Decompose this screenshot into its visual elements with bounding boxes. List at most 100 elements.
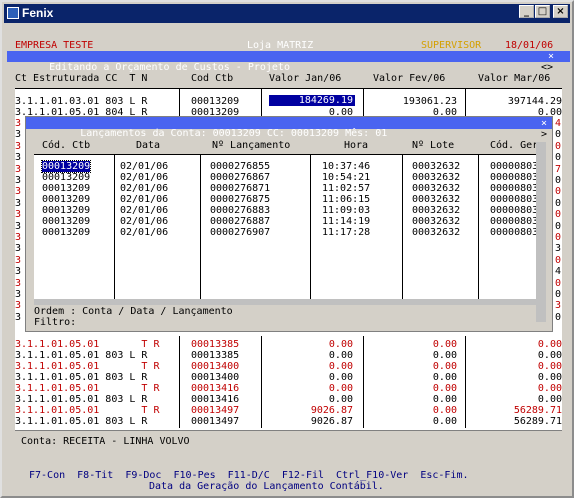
- entry-data: 02/01/06: [120, 205, 169, 216]
- stub-cell: 3: [15, 152, 22, 164]
- entry-cod: 00013209: [42, 227, 91, 238]
- stub-cell: 0: [555, 289, 562, 300]
- stub-cell: 4: [555, 118, 562, 129]
- header-date: 18/01/06: [505, 40, 554, 51]
- stub-cell: 3: [555, 243, 562, 255]
- entry-hora: 11:06:15: [322, 194, 371, 205]
- row-ct: 3.1.1.01.03.01 803 L R: [15, 96, 148, 107]
- entry-lanc: 0000276883: [210, 205, 271, 216]
- col-header-jan: Valor Jan/06: [269, 73, 342, 84]
- row-cod: 00013497: [191, 405, 240, 416]
- stub-cell: 3: [555, 300, 562, 312]
- dialog-col-hora: Hora: [344, 140, 369, 151]
- row-mar: 0.00: [537, 350, 562, 361]
- close-window-button[interactable]: ×: [553, 5, 568, 18]
- stub-cell: 3: [15, 266, 22, 278]
- entry-cod: 00013209: [42, 183, 91, 194]
- row-fev: 0.00: [432, 339, 457, 350]
- stub-cell: 0: [555, 311, 562, 323]
- dialog-col-lote: Nº Lote: [412, 140, 455, 151]
- row-mar: 56289.71: [513, 405, 562, 416]
- entry-data: 02/01/06: [120, 172, 169, 183]
- row-mar: 397144.29: [507, 96, 562, 107]
- dialog-col-lanc: Nº Lançamento: [212, 140, 291, 151]
- screen-title: Editando a Orçamento de Custos - Projeto: [43, 62, 290, 73]
- filter-label[interactable]: Filtro:: [34, 317, 76, 328]
- entry-hora: 11:09:03: [322, 205, 371, 216]
- col-header-fev: Valor Fev/06: [373, 73, 446, 84]
- row-cod: 00013416: [191, 383, 240, 394]
- account-line: Conta: RECEITA - LINHA VOLVO: [21, 436, 190, 447]
- entry-ger: 00000803: [490, 183, 536, 194]
- row-mar: 0.00: [537, 394, 562, 405]
- row-jan: 0.00: [328, 372, 353, 383]
- row-fev: 193061.23: [402, 96, 457, 107]
- maximize-button[interactable]: □: [535, 5, 550, 18]
- row-cod: 00013416: [191, 394, 240, 405]
- row-cod: 00013400: [191, 361, 240, 372]
- scroll-arrows-icon[interactable]: <>: [541, 62, 553, 73]
- entry-hora: 10:37:46: [322, 161, 371, 172]
- stub-cell: 3: [15, 197, 22, 209]
- stub-cell: 0: [555, 220, 562, 232]
- user-role: SUPERVISOR: [421, 40, 482, 51]
- store-name: Loja MATRIZ: [247, 40, 314, 51]
- row-cod: 00013209: [191, 96, 240, 107]
- row-ct: 3.1.1.01.05.01 803 L R: [15, 394, 148, 405]
- entry-cod: 00013209: [42, 216, 91, 227]
- jan-value-input[interactable]: 184269.19: [269, 95, 355, 106]
- app-icon: [7, 7, 19, 19]
- col-header-ct: Ct Estruturada CC T N: [15, 73, 148, 84]
- dialog-scroll-icon[interactable]: >: [541, 129, 547, 140]
- stub-cell: 0: [555, 152, 562, 164]
- stub-cell: 4: [555, 266, 562, 278]
- row-fev: 0.00: [432, 405, 457, 416]
- stub-cell: 0: [555, 129, 562, 141]
- entry-hora: 11:14:19: [322, 216, 371, 227]
- row-ct: 3.1.1.01.05.01 T R: [15, 383, 160, 394]
- close-icon[interactable]: ×: [548, 51, 554, 62]
- stub-cell: 0: [555, 209, 562, 221]
- entry-lanc: 0000276855: [210, 161, 271, 172]
- stub-cell: 3: [15, 311, 22, 323]
- entry-hora: 11:02:57: [322, 183, 371, 194]
- screen-title-bar: Editando a Orçamento de Custos - Projeto: [7, 51, 570, 73]
- row-jan: 0.00: [328, 394, 353, 405]
- entry-hora: 11:17:28: [322, 227, 371, 238]
- row-jan: 0.00: [328, 350, 353, 361]
- row-cod: 00013385: [191, 339, 240, 350]
- row-fev: 0.00: [432, 394, 457, 405]
- function-keys[interactable]: F7-Con F8-Tit F9-Doc F10-Pes F11-D/C F12…: [29, 470, 469, 481]
- horizontal-scrollbar[interactable]: [34, 299, 536, 305]
- entry-cod: 00013209: [42, 205, 91, 216]
- row-ct: 3.1.1.01.05.01 803 L R: [15, 416, 148, 427]
- row-fev: 0.00: [432, 350, 457, 361]
- company-name: EMPRESA TESTE: [15, 40, 94, 51]
- window-title-bar[interactable]: Fenix: [4, 4, 570, 23]
- row-cod: 00013400: [191, 372, 240, 383]
- row-mar: 0.00: [537, 361, 562, 372]
- entry-ger: 00000803: [490, 205, 536, 216]
- stub-cell: 3: [15, 243, 22, 255]
- entry-data: 02/01/06: [120, 194, 169, 205]
- vertical-scrollbar[interactable]: [536, 142, 546, 322]
- row-fev: 0.00: [432, 361, 457, 372]
- row-fev: 0.00: [432, 372, 457, 383]
- row-mar: 0.00: [537, 339, 562, 350]
- entry-data: 02/01/06: [120, 227, 169, 238]
- dialog-close-icon[interactable]: ×: [541, 118, 547, 129]
- stub-cell: 3: [15, 220, 22, 232]
- stub-cell: 3: [15, 118, 22, 129]
- app-window: Fenix _ □ × EMPRESA TESTE Loja MATRIZ SU…: [0, 0, 574, 498]
- stub-cell: 0: [555, 197, 562, 209]
- row-jan: 0.00: [328, 383, 353, 394]
- entry-ger: 00000803: [490, 172, 536, 183]
- stub-cell: 3: [15, 232, 22, 243]
- entry-lanc: 0000276887: [210, 216, 271, 227]
- stub-cell: 3: [15, 163, 22, 175]
- row-jan: 0.00: [328, 339, 353, 350]
- stub-cell: 0: [555, 186, 562, 198]
- entry-ger: 00000803: [490, 161, 536, 172]
- minimize-button[interactable]: _: [519, 5, 534, 18]
- status-line: Data da Geração do Lançamento Contábil.: [149, 481, 384, 492]
